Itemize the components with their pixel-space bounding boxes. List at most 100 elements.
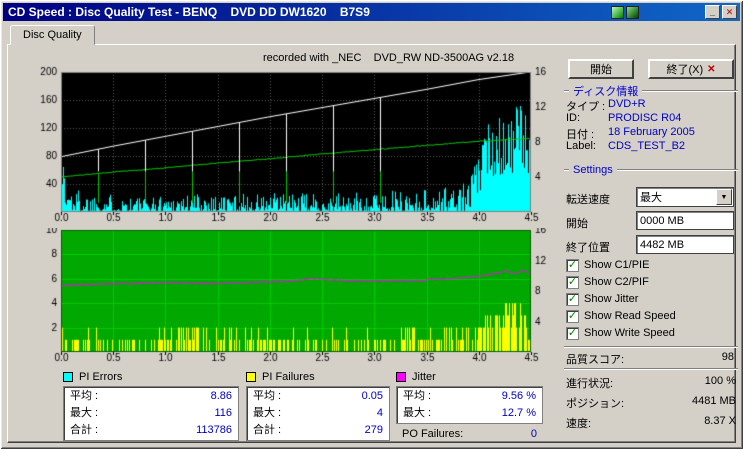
start-position-input[interactable] xyxy=(636,211,734,230)
pi-errors-title: PI Errors xyxy=(79,371,122,383)
pi-failures-box: 平均 :0.05 最大 :4 合計 :279 xyxy=(246,386,390,441)
jitter-box: 平均 : 9.56 % 最大 : 12.7 % xyxy=(396,386,543,424)
separator xyxy=(564,346,738,348)
stat-value: 9.56 % xyxy=(502,388,536,405)
speed-value: 8.37 X xyxy=(704,415,736,431)
progress-label: 進行状況: xyxy=(566,375,613,391)
po-failures-value: 0 xyxy=(531,426,537,443)
disc-id-value: PRODISC R04 xyxy=(608,112,681,124)
position-value: 4481 MB xyxy=(692,395,736,411)
checkbox-show-c1-pie[interactable]: ✓ Show C1/PIE xyxy=(566,258,649,272)
checkbox-label: Show C1/PIE xyxy=(584,259,649,271)
disc-label-value: CDS_TEST_B2 xyxy=(608,140,685,152)
stat-label: 平均 : xyxy=(70,388,98,405)
check-icon: ✓ xyxy=(568,260,577,271)
disc-info-separator: ディスク情報 xyxy=(564,86,738,96)
titlebar: CD Speed : Disc Quality Test - BENQ DVD … xyxy=(3,3,740,21)
tab-disc-quality[interactable]: Disc Quality xyxy=(10,25,95,45)
checkbox-show-read-speed[interactable]: ✓ Show Read Speed xyxy=(566,309,676,323)
start-button[interactable]: 開始 xyxy=(568,59,634,79)
pi-failures-stats: PI Failures 平均 :0.05 最大 :4 合計 :279 xyxy=(246,370,390,441)
stat-value: 116 xyxy=(214,405,232,422)
stat-value: 8.86 xyxy=(211,388,232,405)
minimize-button[interactable]: _ xyxy=(705,5,720,19)
speed-row: 速度: 8.37 X xyxy=(566,415,736,431)
disc-id-row: ID: PRODISC R04 xyxy=(566,112,738,124)
jitter-color-chip xyxy=(396,372,406,382)
stat-label: 合計 : xyxy=(70,422,98,439)
checkbox-show-c2-pif[interactable]: ✓ Show C2/PIF xyxy=(566,275,649,289)
progress-row: 進行状況: 100 % xyxy=(566,375,736,391)
check-icon: ✓ xyxy=(568,328,577,339)
stat-value: 279 xyxy=(365,422,383,439)
pi-errors-color-chip xyxy=(63,372,73,382)
check-icon: ✓ xyxy=(568,277,577,288)
jitter-title: Jitter xyxy=(412,371,436,383)
checkbox-show-jitter[interactable]: ✓ Show Jitter xyxy=(566,292,638,306)
quality-score-value: 98 xyxy=(722,351,734,367)
chevron-down-icon: ▼ xyxy=(721,194,728,201)
pie-speed-chart xyxy=(31,66,561,226)
exit-button-label: 終了(X) xyxy=(666,61,703,77)
stat-label: 平均 : xyxy=(253,388,281,405)
transfer-speed-select[interactable]: 最大 ▼ xyxy=(636,187,734,207)
checkbox-box[interactable]: ✓ xyxy=(566,259,579,272)
checkbox-label: Show Jitter xyxy=(584,293,638,305)
app-window: CD Speed : Disc Quality Test - BENQ DVD … xyxy=(0,0,743,449)
stat-label: 平均 : xyxy=(403,388,431,405)
stat-value: 0.05 xyxy=(362,388,383,405)
titlebar-app-icon-1[interactable] xyxy=(611,6,624,19)
end-position-label: 終了位置 xyxy=(566,239,610,255)
pi-errors-box: 平均 : 8.86 最大 : 116 合計 : 113786 xyxy=(63,386,239,441)
disc-id-label: ID: xyxy=(566,112,608,124)
titlebar-app-icon-2[interactable] xyxy=(626,6,639,19)
jitter-stats: Jitter 平均 : 9.56 % 最大 : 12.7 % PO Failures… xyxy=(396,370,543,443)
quality-score-row: 品質スコア: 98 xyxy=(566,351,734,367)
settings-title: Settings xyxy=(569,164,617,176)
minimize-icon: _ xyxy=(710,8,715,17)
stat-label: 最大 : xyxy=(70,405,98,422)
start-position-label: 開始 xyxy=(566,215,588,231)
stat-label: 最大 : xyxy=(253,405,281,422)
position-row: ポジション: 4481 MB xyxy=(566,395,736,411)
checkbox-show-write-speed[interactable]: ✓ Show Write Speed xyxy=(566,326,675,340)
stat-label: 最大 : xyxy=(403,405,431,422)
start-button-label: 開始 xyxy=(590,61,612,77)
checkbox-label: Show Write Speed xyxy=(584,327,675,339)
end-position-input[interactable] xyxy=(636,235,734,254)
pi-errors-stats: PI Errors 平均 : 8.86 最大 : 116 合計 : 113786 xyxy=(63,370,239,441)
po-failures-label: PO Failures: xyxy=(402,426,463,443)
transfer-speed-label: 転送速度 xyxy=(566,191,610,207)
checkbox-label: Show Read Speed xyxy=(584,310,676,322)
exit-button[interactable]: 終了(X) ✕ xyxy=(648,59,734,79)
dropdown-button[interactable]: ▼ xyxy=(716,189,732,205)
checkbox-box[interactable]: ✓ xyxy=(566,276,579,289)
check-icon: ✓ xyxy=(568,294,577,305)
checkbox-box[interactable]: ✓ xyxy=(566,310,579,323)
checkbox-box[interactable]: ✓ xyxy=(566,293,579,306)
progress-value: 100 % xyxy=(705,375,736,391)
settings-separator: Settings xyxy=(564,165,738,175)
checkbox-label: Show C2/PIF xyxy=(584,276,649,288)
tab-page: recorded with _NEC DVD_RW ND-3500AG v2.1… xyxy=(7,44,736,443)
quality-score-label: 品質スコア: xyxy=(566,351,624,367)
po-failures-row: PO Failures: 0 xyxy=(396,424,543,443)
close-icon: ✕ xyxy=(726,8,734,17)
recorded-with-label: recorded with _NEC DVD_RW ND-3500AG v2.1… xyxy=(263,52,514,64)
disc-label-label: Label: xyxy=(566,140,608,152)
close-button[interactable]: ✕ xyxy=(722,5,737,19)
checkbox-box[interactable]: ✓ xyxy=(566,327,579,340)
stat-value: 12.7 % xyxy=(502,405,536,422)
stat-value: 113786 xyxy=(196,422,232,439)
exit-icon: ✕ xyxy=(707,64,715,75)
pi-failures-title: PI Failures xyxy=(262,371,315,383)
speed-label: 速度: xyxy=(566,415,591,431)
position-label: ポジション: xyxy=(566,395,624,411)
disc-info-title: ディスク情報 xyxy=(569,83,642,99)
pi-failures-color-chip xyxy=(246,372,256,382)
disc-label-row: Label: CDS_TEST_B2 xyxy=(566,140,738,152)
check-icon: ✓ xyxy=(568,311,577,322)
pif-jitter-chart xyxy=(31,228,561,368)
transfer-speed-value: 最大 xyxy=(637,189,715,205)
stat-value: 4 xyxy=(377,405,383,422)
